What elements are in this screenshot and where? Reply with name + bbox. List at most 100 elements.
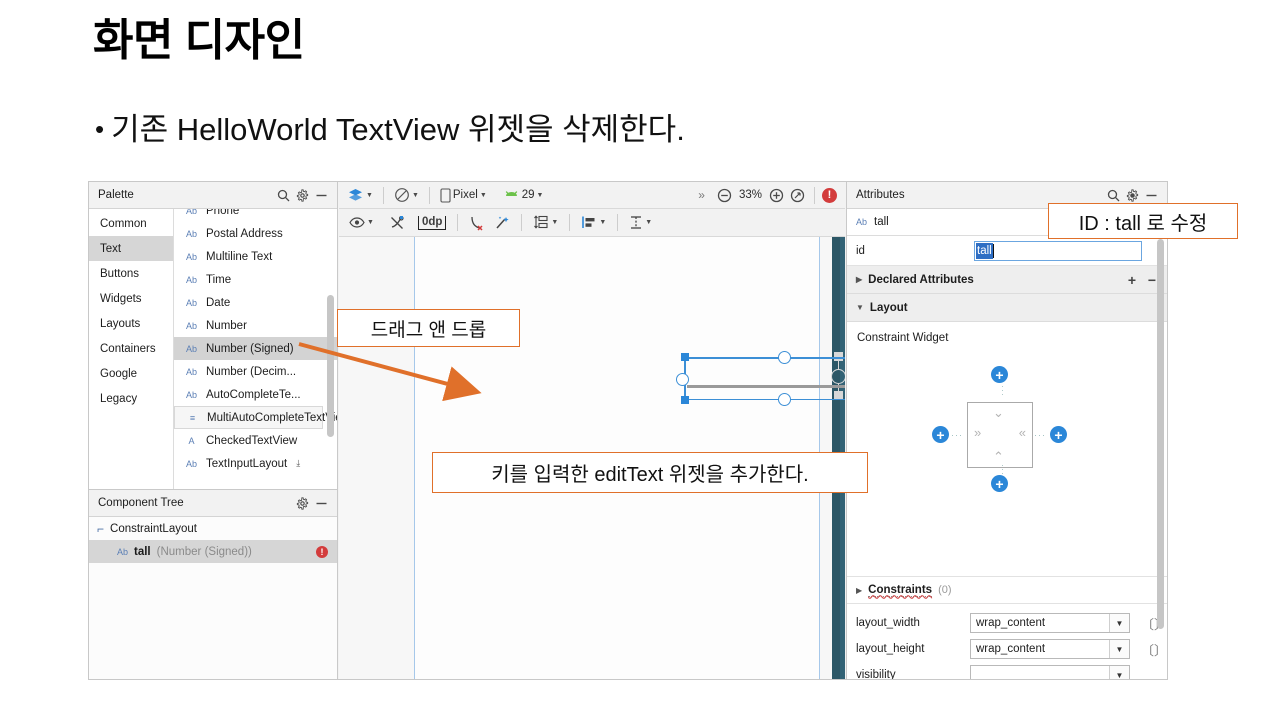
palette-category-text[interactable]: Text: [89, 236, 173, 261]
palette-category-widgets[interactable]: Widgets: [89, 286, 173, 311]
constraint-anchor-top[interactable]: [778, 351, 791, 364]
resize-handle-bl[interactable]: [681, 396, 689, 404]
search-icon[interactable]: [274, 186, 293, 205]
ab-icon: Ab: [184, 275, 199, 285]
pack-button[interactable]: ▼: [530, 213, 561, 233]
infer-constraints-button[interactable]: [491, 213, 513, 233]
error-badge-icon[interactable]: !: [822, 188, 837, 203]
api-selector[interactable]: 29 ▼: [500, 185, 547, 205]
palette-item[interactable]: AbNumber: [174, 314, 337, 337]
palette-item[interactable]: AbPhone: [174, 209, 337, 222]
palette-item[interactable]: AbPostal Address: [174, 222, 337, 245]
clear-constraints-button[interactable]: [466, 213, 488, 233]
android-icon: [503, 189, 520, 201]
layout-height-combo[interactable]: wrap_content ▼: [970, 639, 1130, 659]
minimize-icon[interactable]: [312, 186, 331, 205]
constraint-widget[interactable]: ⌄ ⌃ » « + + + + ··· ··· ··· ···: [847, 344, 1167, 534]
guidelines-icon: [629, 215, 643, 230]
search-icon[interactable]: [1104, 186, 1123, 205]
id-input[interactable]: tall: [974, 241, 1142, 261]
constraint-anchor-bottom[interactable]: [778, 393, 791, 406]
pack-icon: [533, 215, 549, 230]
add-attribute-button[interactable]: +: [1125, 272, 1139, 288]
chevron-down-icon[interactable]: ▼: [1109, 614, 1129, 632]
palette-item-number-signed[interactable]: AbNumber (Signed): [174, 337, 337, 360]
layers-icon: [347, 188, 364, 203]
palette-category-layouts[interactable]: Layouts: [89, 311, 173, 336]
palette-title: Palette: [98, 189, 134, 201]
orientation-button[interactable]: ▼: [391, 185, 422, 205]
ab-icon: Ab: [184, 252, 199, 262]
constraint-add-left[interactable]: +: [932, 426, 949, 443]
visibility-label: visibility: [856, 669, 966, 679]
chevron-down-icon: ▼: [599, 219, 606, 226]
zoom-fit-icon[interactable]: [788, 186, 807, 205]
minimize-icon[interactable]: [1142, 186, 1161, 205]
error-badge-icon: !: [316, 546, 328, 558]
attributes-widget-name: tall: [874, 216, 889, 228]
palette-item[interactable]: AbTime: [174, 268, 337, 291]
guidelines-button[interactable]: ▼: [626, 213, 655, 233]
constraint-add-bottom[interactable]: +: [991, 475, 1008, 492]
tree-row-tall[interactable]: Ab tall (Number (Signed)) !: [89, 540, 337, 563]
id-input-value: tall: [976, 243, 993, 259]
device-selector[interactable]: Pixel ▼: [437, 185, 490, 205]
zoom-out-icon[interactable]: [715, 186, 734, 205]
section-declared-attributes[interactable]: ▶ Declared Attributes + −: [847, 266, 1167, 294]
attributes-title: Attributes: [856, 189, 905, 201]
selected-widget-edittext[interactable]: [682, 355, 845, 402]
visibility-button[interactable]: ▼: [346, 213, 377, 233]
chevron-down-icon[interactable]: ▼: [1109, 666, 1129, 679]
editor-toolbar-row2: ▼ 0dp ▼ ▼: [339, 209, 845, 237]
attributes-scrollbar[interactable]: [1157, 239, 1164, 629]
gear-icon[interactable]: [293, 494, 312, 513]
page-title: 화면 디자인: [93, 15, 305, 68]
layout-width-combo[interactable]: wrap_content ▼: [970, 613, 1130, 633]
resize-handle-tl[interactable]: [681, 353, 689, 361]
phone-icon: [440, 188, 451, 203]
palette-scrollbar[interactable]: [327, 295, 334, 437]
palette-item[interactable]: ACheckedTextView: [174, 429, 337, 452]
palette-item-list[interactable]: AbPhone AbPostal Address AbMultiline Tex…: [174, 209, 337, 489]
palette-category-google[interactable]: Google: [89, 361, 173, 386]
zoom-in-icon[interactable]: [767, 186, 786, 205]
chevron-down-icon: ▼: [412, 192, 419, 199]
palette-category-buttons[interactable]: Buttons: [89, 261, 173, 286]
constraint-add-top[interactable]: +: [991, 366, 1008, 383]
default-margin-button[interactable]: 0dp: [415, 213, 449, 233]
palette-item[interactable]: AbAutoCompleteTe...: [174, 383, 337, 406]
gear-icon[interactable]: [293, 186, 312, 205]
visibility-combo[interactable]: ▼: [970, 665, 1130, 679]
toolbar-overflow-button[interactable]: »: [698, 188, 705, 202]
chevron-down-icon[interactable]: ▼: [1109, 640, 1129, 658]
tree-row-constraintlayout[interactable]: ⌐ ConstraintLayout: [89, 517, 337, 540]
constraint-anchor-left[interactable]: [676, 373, 689, 386]
ab-icon: Ab: [184, 229, 199, 239]
palette-category-containers[interactable]: Containers: [89, 336, 173, 361]
design-mode-button[interactable]: ▼: [344, 185, 376, 205]
constraint-add-right[interactable]: +: [1050, 426, 1067, 443]
minimize-icon[interactable]: [312, 494, 331, 513]
palette-item[interactable]: AbDate: [174, 291, 337, 314]
palette-item[interactable]: ≡MultiAutoCompleteTextView: [174, 406, 323, 429]
palette-item[interactable]: AbNumber (Decim...: [174, 360, 337, 383]
ab-icon: Ab: [184, 344, 199, 354]
constraint-widget-box[interactable]: ⌄ ⌃ » «: [967, 402, 1033, 468]
autoconnect-toggle[interactable]: [386, 213, 408, 233]
ab-icon: Ab: [184, 298, 199, 308]
clear-constraints-icon: [469, 215, 485, 231]
bullet-line: •기존 HelloWorld TextView 위젯을 삭제한다.: [95, 110, 685, 150]
gear-icon[interactable]: [1123, 186, 1142, 205]
inner-right-chevron-icon: «: [1019, 425, 1026, 440]
palette-category-common[interactable]: Common: [89, 211, 173, 236]
section-constraints[interactable]: ▶ Constraints (0): [847, 576, 1167, 604]
palette-item[interactable]: AbTextInputLayout⤓: [174, 452, 337, 475]
section-layout[interactable]: ▼ Layout: [847, 294, 1167, 322]
align-button[interactable]: ▼: [578, 213, 609, 233]
resource-picker-icon[interactable]: 〔〕: [1141, 640, 1167, 659]
palette-item[interactable]: AbMultiline Text: [174, 245, 337, 268]
palette-category-legacy[interactable]: Legacy: [89, 386, 173, 411]
callout-add-edittext: 키를 입력한 editText 위젯을 추가한다.: [432, 452, 868, 493]
component-tree-title: Component Tree: [98, 497, 184, 509]
eye-icon: [349, 216, 365, 229]
